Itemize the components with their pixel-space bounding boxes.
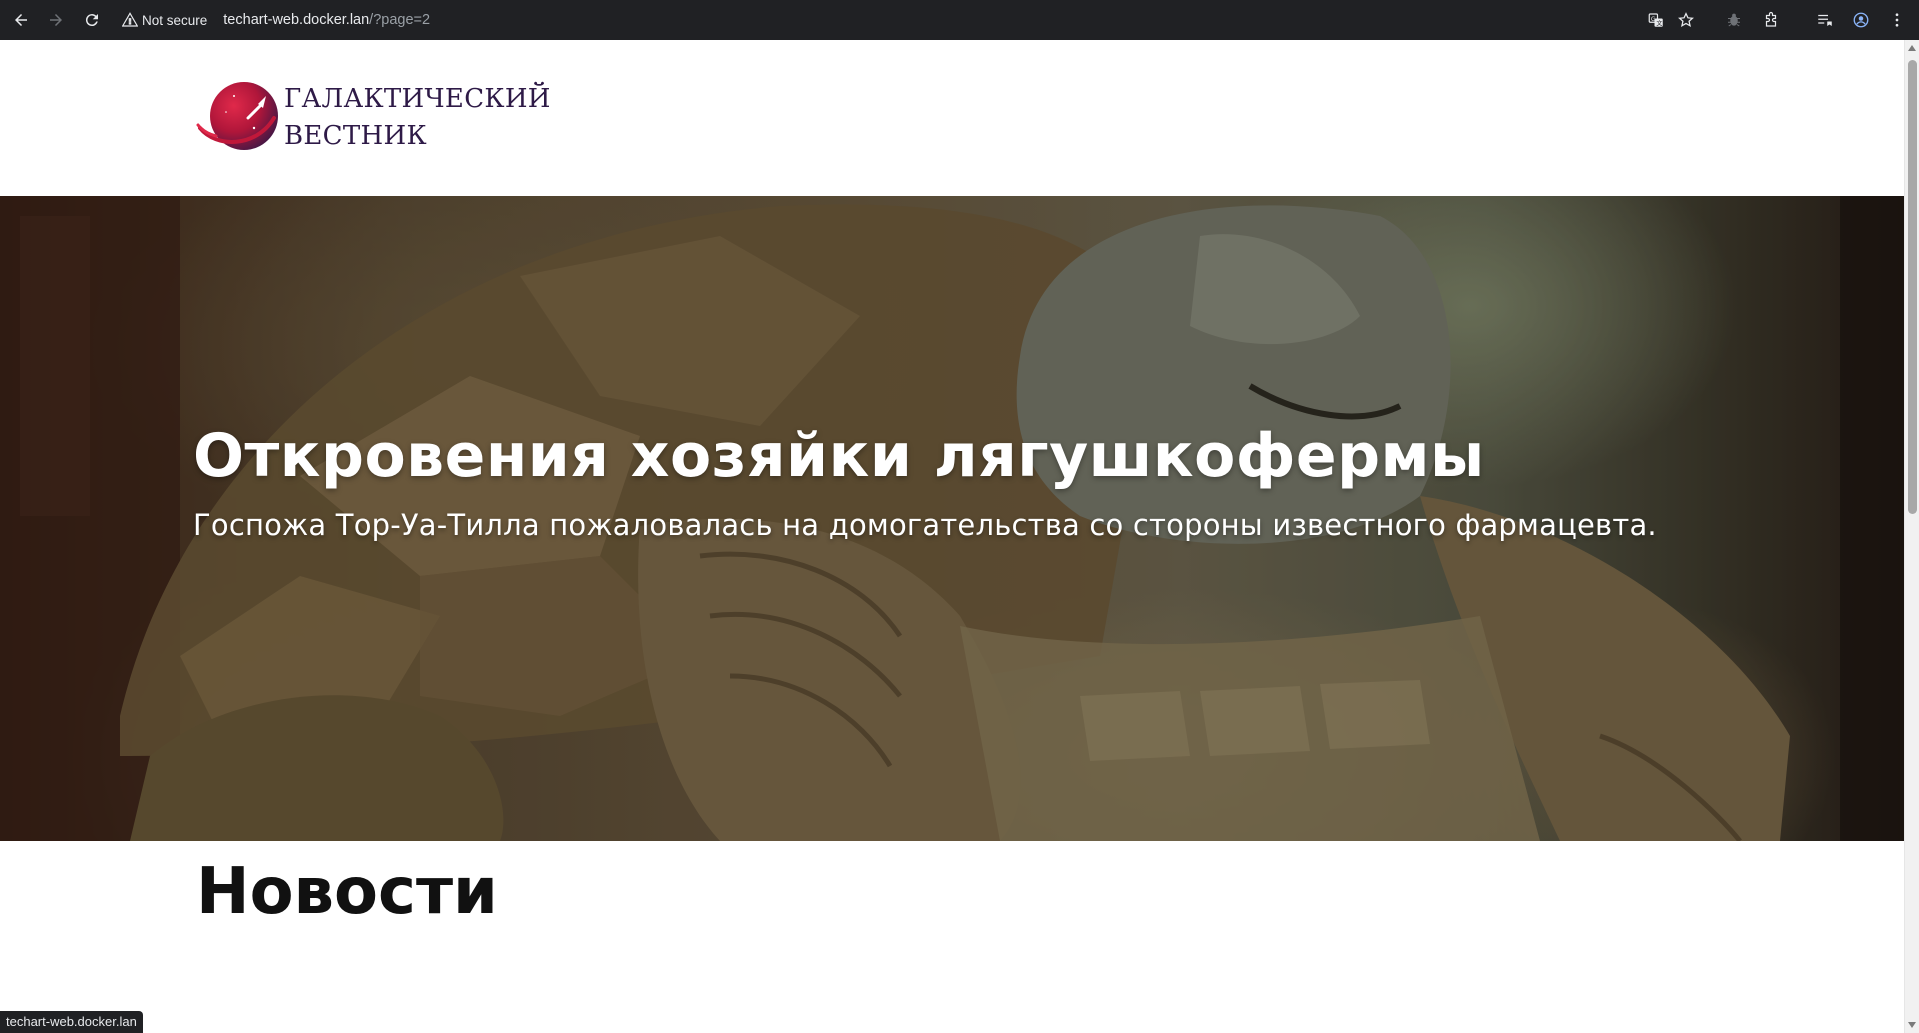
logo-line-2: ВЕСТНИК: [284, 121, 427, 151]
url-text: techart-web.docker.lan/?page=2: [223, 12, 430, 28]
url-path: /?page=2: [369, 12, 431, 28]
reload-icon[interactable]: [78, 6, 106, 34]
page-scrollbar[interactable]: [1904, 40, 1919, 1033]
hero-subtitle: Госпожа Тор-Уа-Тилла пожаловалась на дом…: [193, 508, 1657, 542]
security-indicator[interactable]: Not secure: [122, 12, 207, 28]
warning-icon: [122, 12, 138, 27]
link-status-bubble: techart-web.docker.lan: [0, 1011, 143, 1033]
planet-rocket-logo-icon: [196, 82, 278, 150]
reading-list-icon[interactable]: [1811, 6, 1839, 34]
more-menu-icon[interactable]: [1883, 6, 1911, 34]
site-header: ГАЛАКТИЧЕСКИЙ ВЕСТНИК: [0, 40, 1904, 196]
extension-bug-icon[interactable]: [1720, 6, 1748, 34]
extensions-icon[interactable]: [1757, 6, 1785, 34]
logo-line-1: ГАЛАКТИЧЕСКИЙ: [284, 84, 551, 114]
forward-icon[interactable]: [42, 6, 70, 34]
logo-text: ГАЛАКТИЧЕСКИЙ ВЕСТНИК: [284, 81, 551, 155]
svg-text:文: 文: [1656, 19, 1662, 27]
site-logo-link[interactable]: ГАЛАКТИЧЕСКИЙ ВЕСТНИК: [196, 78, 551, 158]
hero-title[interactable]: Откровения хозяйки лягушкофермы: [193, 421, 1485, 491]
profile-icon[interactable]: [1847, 6, 1875, 34]
browser-toolbar: Not secure techart-web.docker.lan/?page=…: [0, 0, 1919, 40]
star-icon[interactable]: [1672, 6, 1700, 34]
scroll-down-arrow-icon[interactable]: [1908, 1022, 1916, 1028]
security-label: Not secure: [142, 12, 208, 28]
scroll-up-arrow-icon[interactable]: [1908, 45, 1916, 51]
translate-icon[interactable]: G文: [1642, 6, 1670, 34]
url-host: techart-web.docker.lan: [223, 12, 370, 28]
address-bar[interactable]: Not secure techart-web.docker.lan/?page=…: [122, 4, 1612, 36]
hero-banner[interactable]: Откровения хозяйки лягушкофермы Госпожа …: [0, 196, 1904, 841]
scrollbar-thumb[interactable]: [1908, 60, 1917, 514]
back-icon[interactable]: [7, 6, 35, 34]
web-page: ГАЛАКТИЧЕСКИЙ ВЕСТНИК Откровения хозяйки…: [0, 40, 1904, 1033]
news-section-heading: Новости: [196, 855, 498, 929]
